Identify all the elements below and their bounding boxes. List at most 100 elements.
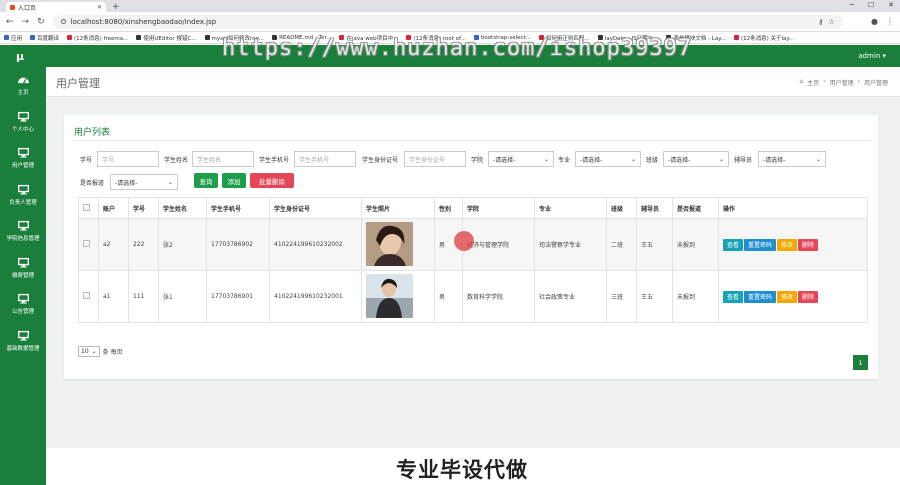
admin-menu[interactable]: admin ▾ [858, 52, 886, 60]
column-header: 是否报道 [672, 197, 719, 219]
menu-icon[interactable]: ⋮ [886, 17, 894, 26]
minimize-icon[interactable]: ─ [850, 1, 854, 9]
chevron-down-icon: ⌄ [91, 348, 97, 355]
delete-button[interactable]: 删除 [798, 290, 819, 303]
main-content: 用户管理 ⌂ 主页 › 用户管理 › 用户管理 用户列表 学号 学号 学生姓名 … [46, 67, 900, 485]
sidebar-item-label: 主页 [17, 90, 29, 97]
browser-toolbar: ← → ↻ localhost:8080/xinshengbaodao/inde… [0, 12, 900, 32]
sidebar-item-home[interactable]: 主页 [0, 67, 46, 104]
favicon-icon [10, 4, 15, 10]
home-icon: ⌂ [799, 78, 804, 85]
cell-idcard: 410224199610232002 [269, 218, 362, 271]
view-button[interactable]: 查看 [723, 238, 744, 251]
close-tab-icon[interactable]: ✕ [97, 4, 102, 11]
bookmark-item[interactable]: (12条消息) 关于lay... [733, 34, 794, 42]
idcard-input[interactable]: 学生身份证号 [404, 151, 466, 167]
monitor-icon [17, 257, 29, 268]
reset-password-button[interactable]: 重置密码 [744, 238, 777, 251]
sidebar-item-managers[interactable]: 负责人管理 [0, 177, 46, 214]
bookmark-item[interactable]: 使用UEditor 报错C... [136, 34, 197, 42]
table-header-row: 账户 学号 学生姓名 学生手机号 学生身份证号 学生照片 性别 学院 专业 班级… [78, 197, 868, 219]
forward-icon[interactable]: → [22, 17, 30, 27]
phone-input[interactable]: 学生手机号 [294, 151, 356, 167]
browser-tab[interactable]: 入口页 ✕ [6, 2, 106, 12]
cell-gender: 男 [434, 270, 463, 323]
sidebar-item-profile[interactable]: 个人中心 [0, 104, 46, 141]
student-photo [366, 221, 413, 266]
app-logo[interactable]: μ [16, 50, 24, 63]
filter-label: 辅导员 [734, 157, 753, 164]
bookmark-icon [204, 35, 210, 40]
column-header: 操作 [718, 197, 868, 219]
monitor-icon [17, 184, 29, 195]
cell-photo [361, 218, 435, 271]
info-icon[interactable] [60, 19, 66, 24]
college-select[interactable]: -请选择- ⌄ [488, 151, 554, 167]
tab-title: 入口页 [18, 4, 37, 12]
delete-button[interactable]: 删除 [798, 238, 819, 251]
new-tab-icon[interactable]: + [112, 2, 120, 12]
sidebar-item-college[interactable]: 学院信息管理 [0, 213, 46, 250]
breadcrumb-item[interactable]: 主页 [807, 78, 819, 87]
sidebar-item-label: 缴费管理 [11, 272, 34, 279]
bookmark-item[interactable]: 百度翻译 [30, 34, 59, 42]
search-button[interactable]: 查询 [194, 173, 218, 188]
profile-icon[interactable]: ● [871, 17, 878, 26]
chevron-down-icon: ⌄ [543, 155, 549, 163]
major-select[interactable]: -请选择- ⌄ [575, 151, 641, 167]
column-header: 辅导员 [636, 197, 673, 219]
dashboard-icon [17, 77, 29, 84]
checkin-select[interactable]: -请选择- ⌄ [110, 174, 178, 190]
sidebar-item-label: 负责人管理 [9, 199, 37, 206]
breadcrumb-separator-icon: › [823, 78, 826, 85]
select-all-checkbox[interactable] [83, 203, 90, 211]
pagination-page[interactable]: 1 [853, 355, 868, 370]
cursor-highlight [454, 231, 474, 251]
student-no-input[interactable]: 学号 [97, 151, 159, 167]
cell-counselor: 王五 [636, 270, 673, 323]
sidebar-item-users[interactable]: 用户管理 [0, 140, 46, 177]
watermark: https://www.huzhan.com/ishop39397 [222, 36, 693, 61]
maximize-icon[interactable]: ☐ [868, 1, 874, 9]
cell-class: 二班 [606, 218, 637, 271]
bookmark-star-icon[interactable]: ☆ [828, 18, 834, 26]
page-size-select[interactable]: 10 ⌄ [78, 346, 100, 357]
key-icon[interactable]: ⚷ [818, 18, 823, 26]
sidebar-item-basedata[interactable]: 基础数据管理 [0, 323, 46, 360]
monitor-icon [17, 111, 29, 122]
chevron-down-icon: ⌄ [718, 155, 724, 163]
add-button[interactable]: 添加 [222, 173, 246, 188]
sidebar: 主页 个人中心 用户管理 负责人管理 学院信息管理 缴费管理 公告管理 基础数据… [0, 67, 46, 485]
column-header: 学号 [128, 197, 159, 219]
filter-label: 学生姓名 [164, 157, 189, 164]
page-title: 用户管理 [56, 77, 100, 90]
column-header: 学生手机号 [206, 197, 270, 219]
counselor-select[interactable]: -请选择- ⌄ [758, 151, 826, 167]
close-window-icon[interactable]: ✕ [888, 1, 894, 9]
row-checkbox[interactable] [83, 240, 90, 247]
breadcrumb-item: 用户管理 [863, 80, 888, 87]
breadcrumb-separator-icon: › [857, 78, 860, 85]
bookmark-item[interactable]: 应用 [4, 34, 22, 42]
reset-password-button[interactable]: 重置密码 [744, 290, 777, 303]
sidebar-item-label: 用户管理 [11, 163, 34, 170]
sidebar-item-payment[interactable]: 缴费管理 [0, 250, 46, 287]
filter-label: 专业 [558, 157, 571, 164]
reload-icon[interactable]: ↻ [37, 17, 45, 27]
sidebar-item-notice[interactable]: 公告管理 [0, 286, 46, 323]
batch-delete-button[interactable]: 批量删除 [250, 173, 294, 188]
cell-counselor: 王五 [636, 218, 673, 271]
edit-button[interactable]: 修改 [777, 238, 798, 251]
bookmark-item[interactable]: (12条消息) freema... [67, 34, 128, 42]
back-icon[interactable]: ← [6, 17, 14, 27]
breadcrumb-item[interactable]: 用户管理 [830, 78, 854, 87]
edit-button[interactable]: 修改 [777, 290, 798, 303]
view-button[interactable]: 查看 [723, 290, 744, 303]
student-name-input[interactable]: 学生姓名 [192, 151, 254, 167]
address-bar[interactable]: localhost:8080/xinshengbaodao/index.jsp … [52, 14, 843, 29]
monitor-icon [17, 221, 29, 231]
class-select[interactable]: -请选择- ⌄ [663, 151, 729, 167]
filter-label: 学院 [471, 157, 484, 164]
row-checkbox[interactable] [83, 292, 90, 299]
card-title: 用户列表 [74, 128, 111, 138]
